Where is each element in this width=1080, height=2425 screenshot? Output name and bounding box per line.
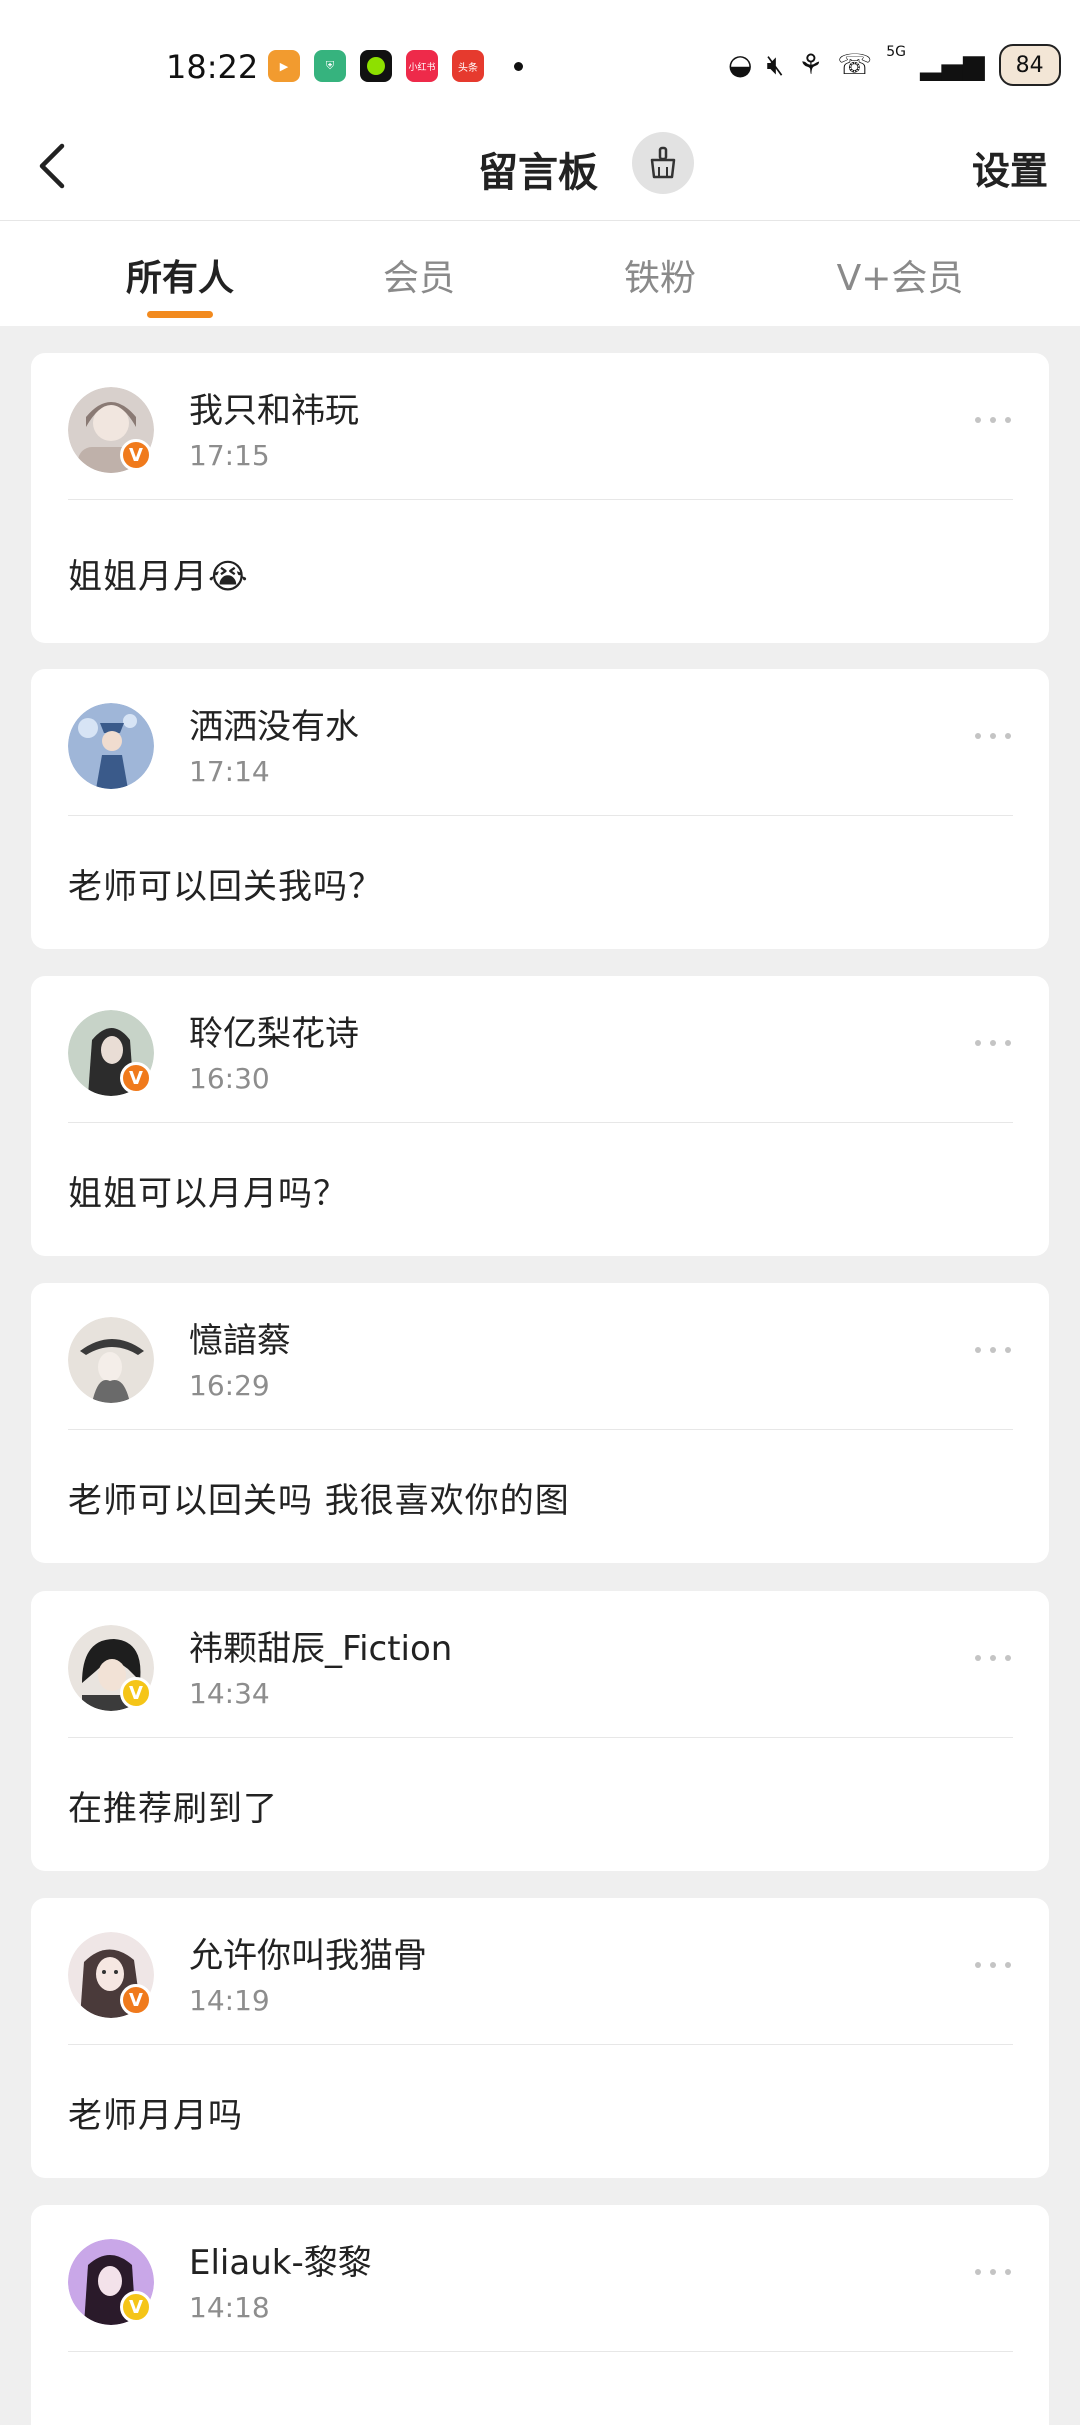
- more-options-icon[interactable]: [973, 1343, 1013, 1357]
- status-bar: 18:22 ▶ ⛨ 小红书 头条 ◒ 🔇︎ ⚘ ☏ 5G ▂▄▆ 84: [0, 0, 1080, 110]
- more-notifications-dot-icon: [514, 61, 523, 71]
- page-title: 留言板: [478, 150, 598, 196]
- verified-badge-icon: V: [120, 1984, 152, 2016]
- active-tab-indicator: [147, 311, 213, 318]
- status-time: 18:22: [166, 48, 259, 86]
- post-time: 16:30: [189, 1062, 270, 1095]
- more-options-icon[interactable]: [973, 729, 1013, 743]
- top-nav-bar: 留言板 设置: [0, 110, 1080, 221]
- tab-iron-fans[interactable]: 铁粉: [624, 249, 696, 301]
- card-divider: [68, 2044, 1013, 2045]
- status-indicators: ◒ 🔇︎ ⚘ ☏ 5G ▂▄▆ 84: [728, 44, 1061, 86]
- card-divider: [68, 1737, 1013, 1738]
- post-time: 14:19: [189, 1984, 270, 2017]
- message-text: 老师可以回关吗 我很喜欢你的图: [68, 1481, 570, 1521]
- green-dot-app-icon: [360, 50, 392, 82]
- more-options-icon[interactable]: [973, 1036, 1013, 1050]
- avatar[interactable]: V: [68, 2239, 154, 2325]
- username[interactable]: Eliauk-黎黎: [189, 2235, 372, 2284]
- tab-everyone[interactable]: 所有人: [126, 249, 234, 301]
- message-card[interactable]: V 我只和祎玩 17:15 姐姐月月😭: [31, 353, 1049, 643]
- video-app-icon: ▶: [268, 50, 300, 82]
- tab-members[interactable]: 会员: [383, 249, 455, 301]
- post-time: 17:14: [189, 755, 270, 788]
- signal-icon: ▂▄▆: [919, 48, 985, 81]
- card-divider: [68, 1429, 1013, 1430]
- broom-clean-icon[interactable]: [632, 132, 694, 194]
- verified-badge-icon: V: [120, 1677, 152, 1709]
- xiaohongshu-app-icon: 小红书: [406, 50, 438, 82]
- notification-app-icons: ▶ ⛨ 小红书 头条: [268, 50, 523, 82]
- verified-badge-icon: V: [120, 1062, 152, 1094]
- avatar[interactable]: V: [68, 1932, 154, 2018]
- avatar[interactable]: V: [68, 1010, 154, 1096]
- network-type: 5G: [886, 44, 906, 60]
- message-card[interactable]: 洒洒没有水 17:14 老师可以回关我吗？: [31, 669, 1049, 949]
- battery-level: 84: [1015, 52, 1044, 78]
- tab-vplus-members[interactable]: V+会员: [837, 249, 964, 301]
- card-divider: [68, 499, 1013, 500]
- verified-badge-icon: V: [120, 2291, 152, 2323]
- mute-icon: 🔇︎: [766, 48, 785, 81]
- message-text: 老师月月吗: [68, 2096, 243, 2136]
- avatar[interactable]: V: [68, 387, 154, 473]
- verified-badge-icon: V: [120, 439, 152, 471]
- message-card[interactable]: 憶諳蔡 16:29 老师可以回关吗 我很喜欢你的图: [31, 1283, 1049, 1563]
- more-options-icon[interactable]: [973, 2265, 1013, 2279]
- username[interactable]: 洒洒没有水: [189, 699, 359, 748]
- avatar[interactable]: V: [68, 1625, 154, 1711]
- message-text: 姐姐月月😭: [68, 557, 249, 597]
- message-text: 在推荐刷到了: [68, 1789, 278, 1829]
- post-time: 14:34: [189, 1677, 270, 1710]
- avatar-image: [68, 1317, 154, 1403]
- more-options-icon[interactable]: [973, 1958, 1013, 1972]
- message-card[interactable]: V 聆亿梨花诗 16:30 姐姐可以月月吗？: [31, 976, 1049, 1256]
- post-time: 14:18: [189, 2291, 270, 2324]
- card-divider: [68, 815, 1013, 816]
- avatar[interactable]: [68, 703, 154, 789]
- settings-button[interactable]: 设置: [972, 140, 1048, 195]
- shield-app-icon: ⛨: [314, 50, 346, 82]
- more-options-icon[interactable]: [973, 1651, 1013, 1665]
- broom-glyph-icon: [650, 146, 676, 179]
- username[interactable]: 我只和祎玩: [189, 383, 359, 432]
- hd-call-icon: ☏: [837, 48, 873, 81]
- username[interactable]: 允许你叫我猫骨: [189, 1928, 427, 1977]
- post-time: 16:29: [189, 1369, 270, 1402]
- avatar-image: [68, 703, 154, 789]
- card-divider: [68, 1122, 1013, 1123]
- card-divider: [68, 2351, 1013, 2352]
- username[interactable]: 祎颗甜辰_Fiction: [189, 1621, 452, 1670]
- message-card[interactable]: V 祎颗甜辰_Fiction 14:34 在推荐刷到了: [31, 1591, 1049, 1871]
- message-card[interactable]: V 允许你叫我猫骨 14:19 老师月月吗: [31, 1898, 1049, 2178]
- back-arrow-icon[interactable]: [30, 138, 80, 194]
- battery-icon: 84: [998, 44, 1061, 86]
- message-card[interactable]: V Eliauk-黎黎 14:18: [31, 2205, 1049, 2425]
- post-time: 17:15: [189, 439, 270, 472]
- sprout-icon: ⚘: [798, 48, 824, 81]
- eye-comfort-icon: ◒: [728, 48, 753, 81]
- filter-tabs: 所有人 会员 铁粉 V+会员: [0, 221, 1080, 326]
- username[interactable]: 聆亿梨花诗: [189, 1006, 359, 1055]
- username[interactable]: 憶諳蔡: [189, 1313, 291, 1362]
- message-text: 老师可以回关我吗？: [68, 867, 383, 907]
- toutiao-app-icon: 头条: [452, 50, 484, 82]
- more-options-icon[interactable]: [973, 413, 1013, 427]
- message-text: 姐姐可以月月吗？: [68, 1174, 348, 1214]
- avatar[interactable]: [68, 1317, 154, 1403]
